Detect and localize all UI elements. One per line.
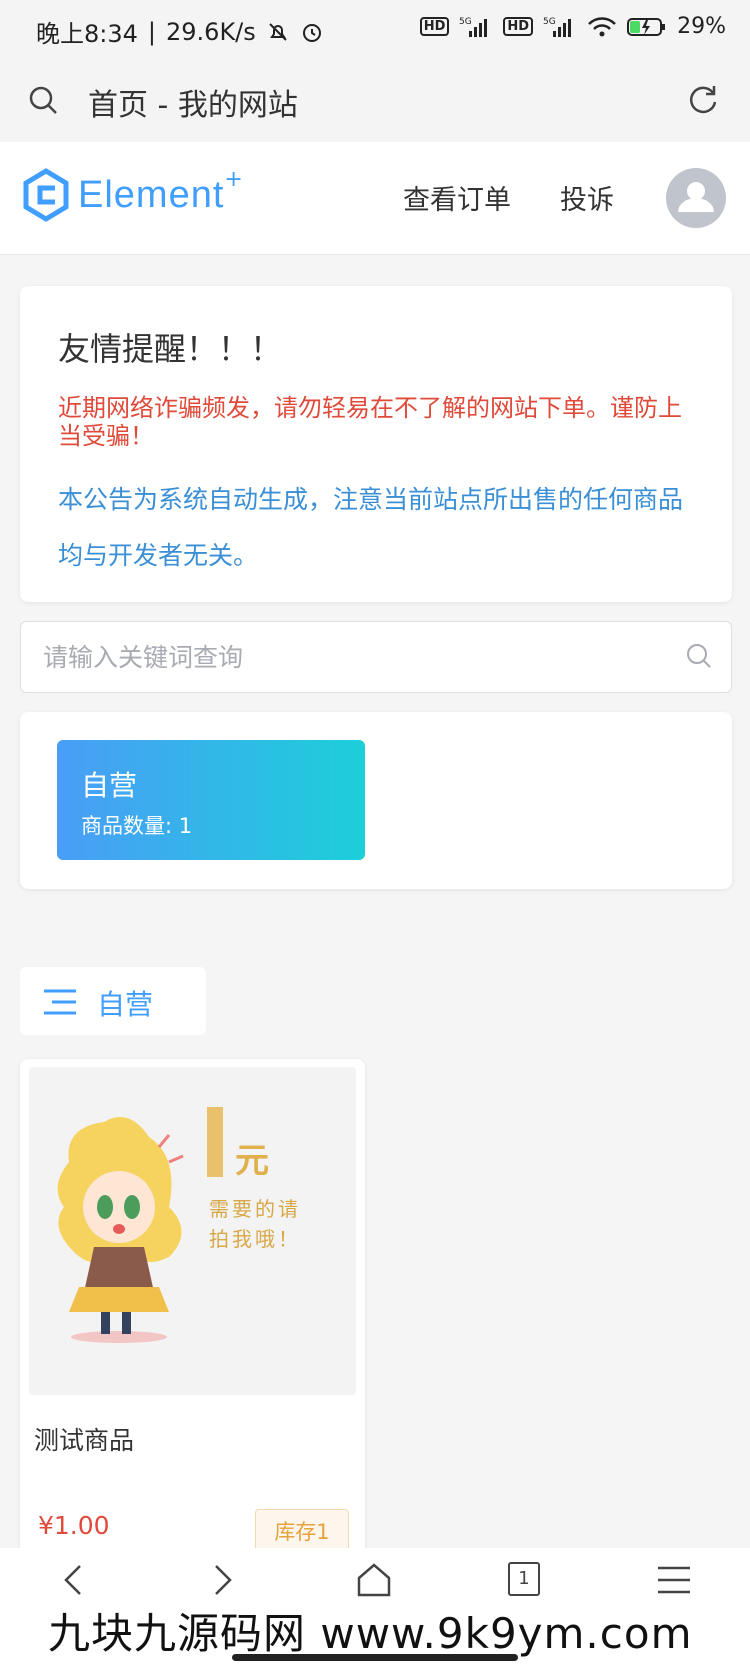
logo-text: Element <box>78 173 225 216</box>
watermark-text: 九块九源码网 www.9k9ym.com <box>48 1609 693 1658</box>
search-input[interactable] <box>41 634 645 680</box>
search-box[interactable] <box>20 621 732 693</box>
status-left: 晚上8:34 | 29.6K/s <box>36 14 324 49</box>
site-logo[interactable]: Element + <box>22 166 243 222</box>
notice-disclaimer: 本公告为系统自动生成，注意当前站点所出售的任何商品均与开发者无关。 <box>58 485 684 570</box>
search-icon[interactable] <box>685 642 713 670</box>
hd-icon-2: HD <box>503 17 534 36</box>
category-panel: 自营 商品数量: 1 <box>20 712 732 889</box>
site-header: Element + 查看订单 投诉 <box>0 142 750 255</box>
status-speed: 29.6K/s <box>166 17 256 46</box>
category-count: 商品数量: 1 <box>81 814 193 838</box>
avatar[interactable] <box>666 168 726 228</box>
5g-signal-icon: 5G <box>459 17 488 37</box>
image-price-big: 1 <box>217 1117 218 1118</box>
status-bar: 晚上8:34 | 29.6K/s HD 5G HD 5G 29% <box>0 0 750 66</box>
image-price-unit: 元 <box>235 1141 269 1181</box>
product-image[interactable]: 1 元 需要的请 拍我哦！ <box>29 1067 356 1395</box>
browser-address-bar[interactable]: 首页 - 我的网站 <box>0 66 750 142</box>
image-caption-1: 需要的请 <box>209 1197 301 1221</box>
tabs-button[interactable]: 1 <box>508 1562 540 1596</box>
section-header: 自营 <box>20 967 206 1035</box>
nav-complaint[interactable]: 投诉 <box>560 178 614 217</box>
menu-lines-icon[interactable] <box>652 1558 696 1602</box>
user-icon <box>678 182 714 212</box>
notice-card: 友情提醒！！！ 近期网络诈骗频发，请勿轻易在不了解的网站下单。谨防上当受骗！ 本… <box>20 286 732 602</box>
product-card[interactable]: 1 元 需要的请 拍我哦！ 测试商品 ¥1.00 库存1 <box>20 1059 365 1567</box>
status-divider: | <box>147 17 156 46</box>
logo-plus: + <box>224 166 243 192</box>
forward-icon[interactable] <box>199 1558 243 1602</box>
reload-icon[interactable] <box>686 83 720 117</box>
section-title: 自营 <box>97 988 154 1021</box>
back-icon[interactable] <box>53 1558 97 1602</box>
battery-icon <box>627 17 666 36</box>
page-title[interactable]: 首页 - 我的网站 <box>88 80 298 124</box>
element-logo-icon <box>23 168 69 222</box>
menu-icon <box>44 989 76 1015</box>
gesture-bar[interactable] <box>232 1654 518 1661</box>
category-card[interactable]: 自营 商品数量: 1 <box>57 740 365 860</box>
category-name: 自营 <box>81 769 138 802</box>
hd-icon: HD <box>419 17 450 36</box>
alarm-icon <box>302 23 321 42</box>
search-icon[interactable] <box>28 85 58 115</box>
status-right: HD 5G HD 5G 29% <box>419 14 726 39</box>
nav-view-orders[interactable]: 查看订单 <box>403 178 511 217</box>
svg-text:5G: 5G <box>543 17 556 27</box>
svg-text:5G: 5G <box>459 17 472 27</box>
product-name[interactable]: 测试商品 <box>34 1421 134 1457</box>
product-price: ¥1.00 <box>38 1511 110 1540</box>
image-caption-2: 拍我哦！ <box>209 1227 301 1251</box>
notice-warning: 近期网络诈骗频发，请勿轻易在不了解的网站下单。谨防上当受骗！ <box>58 394 682 450</box>
home-icon[interactable] <box>352 1558 396 1602</box>
anime-girl-illustration <box>57 1107 223 1343</box>
wifi-icon <box>588 16 616 36</box>
status-time: 晚上8:34 <box>36 20 138 48</box>
notice-title: 友情提醒！！！ <box>58 330 283 368</box>
5g-signal-icon-2: 5G <box>543 17 572 37</box>
mute-bell-icon <box>269 22 287 41</box>
status-battery: 29% <box>677 14 726 39</box>
